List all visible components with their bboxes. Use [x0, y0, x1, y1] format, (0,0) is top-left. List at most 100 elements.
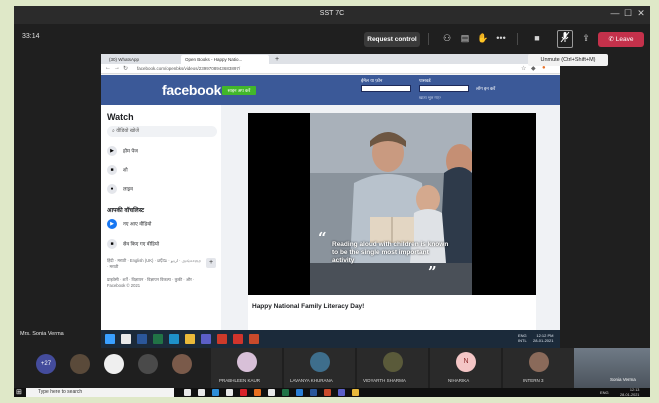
chat-icon[interactable]: ▤ — [459, 33, 471, 44]
minimize-button[interactable]: — — [608, 8, 622, 18]
participant-avatar[interactable] — [104, 354, 124, 374]
browser-tab-strip: (30) WhatsApp Open Books - Happy Natio..… — [101, 54, 560, 64]
url-field[interactable]: facebook.com/openbks/videos/239970894368… — [137, 66, 240, 71]
files-icon — [217, 334, 227, 344]
password-field[interactable] — [419, 85, 469, 92]
windows-icon — [105, 334, 115, 344]
avatar — [237, 352, 257, 372]
sidebar-item-new-videos[interactable]: ▶ नए आए वीडियो — [107, 219, 151, 229]
shows-icon: ■ — [107, 165, 117, 175]
participant-tile[interactable]: N NIHARIKA — [429, 348, 501, 388]
post-title: Happy National Family Literacy Day! — [252, 303, 365, 310]
powerpoint-icon — [249, 334, 259, 344]
host-clock[interactable]: 12:13 28-01-2021 — [620, 388, 639, 397]
avatar — [529, 352, 549, 372]
host-language[interactable]: ENG — [600, 390, 609, 395]
login-button[interactable]: लॉग इन करें — [476, 86, 495, 92]
participant-tile[interactable]: LAVANYA KHURANA — [283, 348, 355, 388]
more-actions-icon[interactable]: ••• — [495, 33, 507, 43]
close-button[interactable]: ✕ — [634, 8, 648, 19]
powerpoint-icon[interactable] — [324, 389, 331, 396]
avatar — [383, 352, 403, 372]
sidebar-item-live[interactable]: ● लाइव — [107, 184, 133, 194]
mail-icon[interactable] — [226, 389, 233, 396]
leave-button[interactable]: ✆ Leave — [598, 32, 644, 47]
back-icon[interactable]: ← — [105, 65, 111, 71]
quote-open-mark: “ — [318, 229, 327, 247]
new-tab-button[interactable]: + — [271, 55, 281, 64]
toolbar-divider — [428, 33, 429, 45]
watch-sidebar: Watch ⌕ वीडियो खोजें ▶ होम पेज ■ शो ● लाइव … — [101, 105, 221, 348]
avatar: N — [456, 352, 476, 372]
participant-avatar[interactable] — [172, 354, 192, 374]
meeting-toolbar: 33:14 Request control ⚇ ▤ ✋ ••• ■ ⇪ ✆ Le… — [14, 24, 650, 54]
email-field[interactable] — [361, 85, 411, 92]
language-links[interactable]: हिंदी · मराठी · English (UK) · ଓଡ଼ିଆ · ا… — [107, 258, 201, 269]
signup-button[interactable]: साइन अप करें — [222, 86, 256, 95]
chrome-icon[interactable] — [352, 389, 359, 396]
ie-icon[interactable] — [296, 389, 303, 396]
camera-icon[interactable]: ■ — [531, 33, 543, 43]
participant-name: LAVANYA KHURANA — [290, 378, 333, 383]
participant-tile[interactable]: PRABHLEEN KAUR — [210, 348, 282, 388]
shared-screen: (30) WhatsApp Open Books - Happy Natio..… — [101, 54, 560, 348]
photos-icon[interactable] — [268, 389, 275, 396]
leave-label: Leave — [615, 36, 634, 43]
task-view-icon[interactable] — [184, 389, 191, 396]
sidebar-item-shows[interactable]: ■ शो — [107, 165, 128, 175]
sidebar-item-home[interactable]: ▶ होम पेज — [107, 146, 138, 156]
self-view-video[interactable]: Sonia Verma — [574, 348, 650, 388]
mic-muted-button[interactable] — [557, 30, 573, 48]
facebook-logo[interactable]: facebook — [162, 82, 221, 98]
sidebar-item-label: होम पेज — [123, 148, 138, 155]
teams-icon[interactable] — [338, 389, 345, 396]
forward-icon[interactable]: → — [114, 65, 120, 71]
title-bar: SST 7C — ☐ ✕ — [14, 6, 650, 24]
video-caption: Reading aloud with children is known to … — [332, 241, 449, 264]
reload-icon[interactable]: ↻ — [123, 65, 128, 72]
participant-avatar[interactable] — [70, 354, 90, 374]
forgot-account-link[interactable]: खाता भूल गए? — [419, 95, 441, 101]
star-icon[interactable]: ☆ — [521, 65, 526, 72]
overflow-participants[interactable]: +27 — [36, 354, 56, 374]
video-search-input[interactable]: ⌕ वीडियो खोजें — [107, 126, 217, 137]
participant-tile[interactable]: INTERN 3 — [502, 348, 574, 388]
opera-icon[interactable] — [240, 389, 247, 396]
video-player[interactable]: “ Reading aloud with children is known t… — [248, 113, 536, 295]
store-icon[interactable] — [198, 389, 205, 396]
participant-tile[interactable]: VIDYARTH SHARMA — [356, 348, 428, 388]
edge-icon[interactable] — [212, 389, 219, 396]
shared-clock: 12:12 PM 28-01-2021 — [533, 333, 553, 343]
request-control-button[interactable]: Request control — [364, 32, 420, 47]
raise-hand-icon[interactable]: ✋ — [477, 33, 489, 44]
participant-name: PRABHLEEN KAUR — [219, 378, 261, 383]
quote-close-mark: ” — [428, 263, 437, 281]
teams-icon — [201, 334, 211, 344]
windows-taskbar: ⊞ Type here to search ENG 12:13 28-01-20… — [14, 388, 650, 397]
chrome-icon — [185, 334, 195, 344]
sidebar-item-saved-videos[interactable]: ■ सेव किए गए वीडियो — [107, 239, 159, 249]
word-icon[interactable] — [310, 389, 317, 396]
participant-avatar[interactable] — [138, 354, 158, 374]
footer-links[interactable]: प्राइवेसी · शर्तें · विज्ञापन · विज्ञापन… — [107, 277, 211, 288]
add-language-button[interactable]: + — [206, 258, 216, 268]
tab-open-books-label: Open Books - Happy Natio... — [185, 57, 243, 62]
facebook-header: facebook साइन अप करें ईमेल या फ़ोन पासवर… — [101, 75, 560, 105]
tab-whatsapp[interactable]: (30) WhatsApp — [105, 55, 179, 64]
taskbar-search-placeholder: Type here to search — [38, 389, 83, 395]
firefox-icon[interactable] — [254, 389, 261, 396]
edge-icon — [169, 334, 179, 344]
video-search-placeholder: वीडियो खोजें — [116, 128, 139, 134]
share-screen-icon[interactable]: ⇪ — [580, 33, 592, 44]
phone-icon: ✆ — [608, 36, 616, 43]
participants-icon[interactable]: ⚇ — [441, 33, 453, 44]
tab-open-books[interactable]: Open Books - Happy Natio... — [181, 55, 269, 64]
start-icon[interactable]: ⊞ — [16, 388, 22, 396]
extension-icon[interactable]: ◆ — [531, 65, 536, 72]
taskbar-search-input[interactable]: Type here to search — [26, 388, 174, 397]
new-videos-icon: ▶ — [107, 219, 117, 229]
excel-icon[interactable] — [282, 389, 289, 396]
shared-taskbar: ENG INTL 12:12 PM 28-01-2021 — [101, 330, 560, 348]
shared-date: 28-01-2021 — [533, 338, 554, 343]
maximize-button[interactable]: ☐ — [621, 8, 635, 19]
